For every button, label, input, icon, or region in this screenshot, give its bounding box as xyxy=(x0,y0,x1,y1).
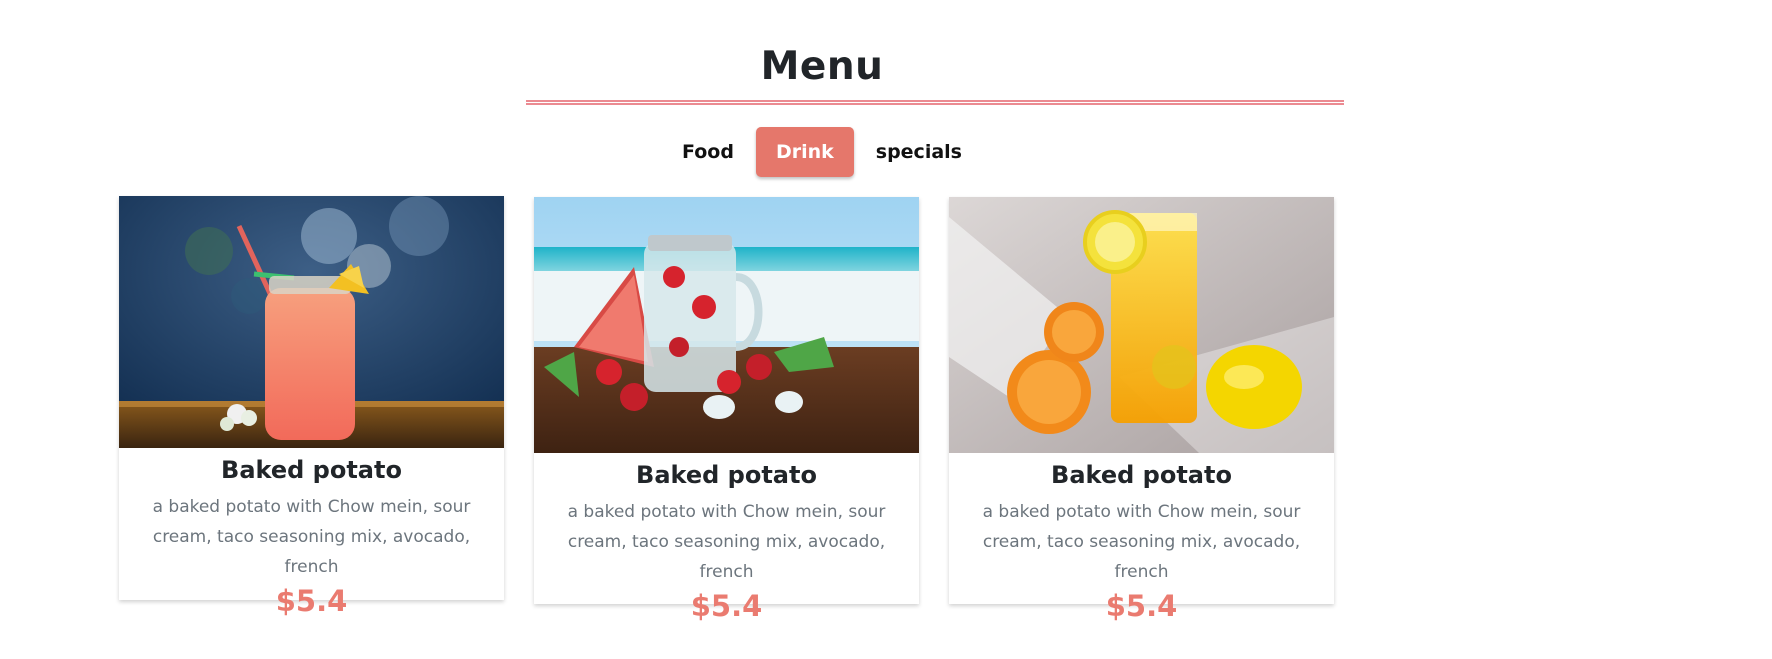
menu-card[interactable]: Baked potato a baked potato with Chow me… xyxy=(119,196,504,618)
tab-drink[interactable]: Drink xyxy=(755,127,854,177)
page-title: Menu xyxy=(760,44,884,89)
menu-tabs: Food Drink specials xyxy=(0,126,1644,178)
card-price: $5.4 xyxy=(690,589,763,623)
card-price: $5.4 xyxy=(1105,589,1178,623)
orange-juice-image xyxy=(949,197,1334,453)
card-price: $5.4 xyxy=(275,584,348,618)
card-description: a baked potato with Chow mein, sour crea… xyxy=(982,502,1301,582)
card-description: a baked potato with Chow mein, sour crea… xyxy=(567,502,886,582)
title-underline xyxy=(526,100,1344,105)
card-description: a baked potato with Chow mein, sour crea… xyxy=(152,497,471,577)
menu-card[interactable]: Baked potato a baked potato with Chow me… xyxy=(534,197,919,623)
card-title: Baked potato xyxy=(221,456,402,484)
card-title: Baked potato xyxy=(1051,461,1232,489)
pink-lemonade-image xyxy=(119,196,504,448)
menu-page: Menu Food Drink specials Baked potato a … xyxy=(0,0,1772,659)
strawberry-water-image xyxy=(534,197,919,453)
menu-card[interactable]: Baked potato a baked potato with Chow me… xyxy=(949,197,1334,623)
card-title: Baked potato xyxy=(636,461,817,489)
tab-specials[interactable]: specials xyxy=(856,127,982,177)
tab-food[interactable]: Food xyxy=(662,127,754,177)
